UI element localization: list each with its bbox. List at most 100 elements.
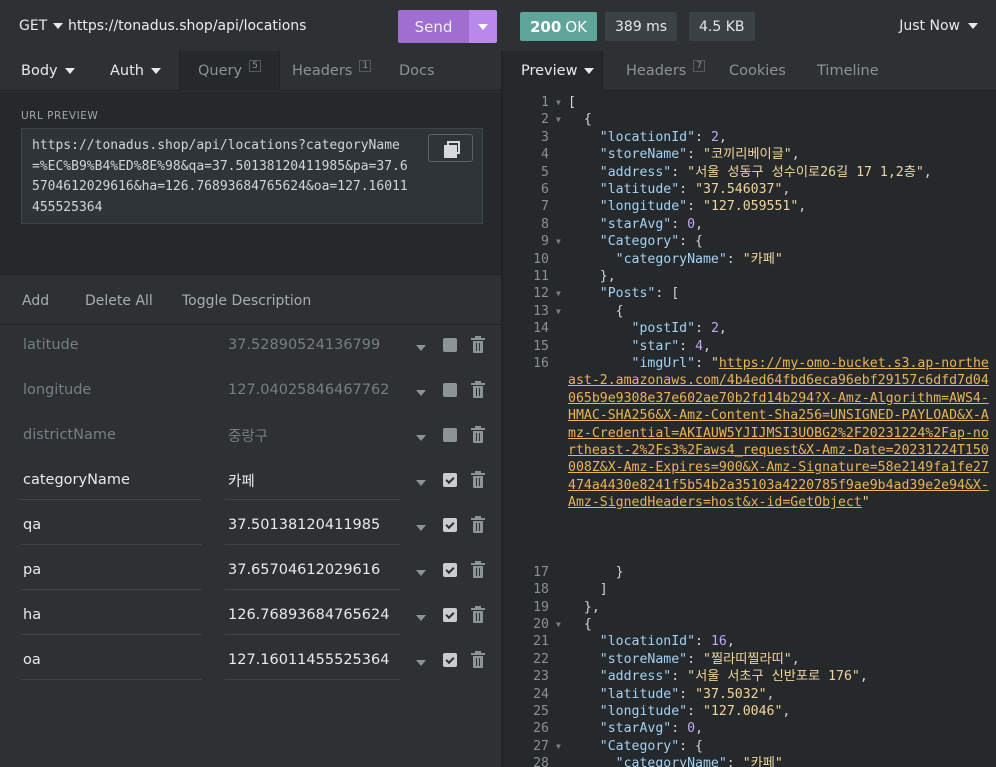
param-options-dropdown[interactable]	[416, 654, 426, 670]
param-options-dropdown[interactable]	[416, 339, 426, 355]
fold-arrow-icon[interactable]: ▼	[556, 111, 564, 128]
trash-icon[interactable]	[471, 561, 485, 578]
param-options-dropdown[interactable]	[416, 519, 426, 535]
param-name-input[interactable]: oa	[21, 641, 202, 680]
json-line: "address": "서울 서초구 신반포로 176",	[599, 669, 868, 685]
trash-icon[interactable]	[471, 471, 485, 488]
trash-icon[interactable]	[471, 336, 485, 353]
tab-cookies-label: Cookies	[729, 63, 786, 79]
line-number: 23	[533, 669, 549, 685]
trash-icon[interactable]	[471, 381, 485, 398]
param-name-input[interactable]: pa	[21, 551, 202, 590]
param-value-input[interactable]: 126.76893684765624	[225, 596, 400, 635]
tab-response-headers[interactable]: Headers 7	[626, 51, 706, 91]
param-options-dropdown[interactable]	[416, 429, 426, 445]
img-url-link[interactable]: https://my-omo-bucket.s3.ap-northeast-2.…	[568, 356, 989, 510]
fold-arrow-icon[interactable]: ▼	[556, 738, 564, 755]
json-string: "서울 서초구 신반포로 176"	[687, 669, 860, 685]
tab-timeline[interactable]: Timeline	[817, 51, 879, 91]
param-enable-checkbox[interactable]	[443, 608, 457, 622]
line-number: 6	[541, 182, 549, 197]
history-dropdown[interactable]: Just Now	[899, 18, 978, 34]
tab-query[interactable]: Query 5	[179, 51, 280, 91]
tab-body[interactable]: Body	[21, 51, 75, 91]
param-name-input[interactable]: ha	[21, 596, 202, 635]
json-line: "latitude": "37.5032",	[599, 686, 775, 702]
param-value-input[interactable]: 중랑구	[225, 416, 400, 455]
param-value-input[interactable]: 127.16011455525364	[225, 641, 400, 680]
send-button[interactable]: Send	[398, 10, 469, 43]
trash-icon[interactable]	[471, 606, 485, 623]
caret-down-icon	[416, 345, 426, 351]
line-number: 27	[533, 738, 549, 754]
send-options-button[interactable]	[469, 10, 497, 43]
fold-arrow-icon[interactable]: ▼	[556, 285, 564, 302]
checkmark-icon	[445, 609, 455, 619]
line-number: 17	[533, 564, 549, 580]
caret-down-icon	[968, 23, 978, 29]
param-options-dropdown[interactable]	[416, 474, 426, 490]
tab-body-label: Body	[21, 63, 58, 79]
trash-icon[interactable]	[471, 426, 485, 443]
param-enable-checkbox[interactable]	[443, 473, 457, 487]
line-number: 21	[533, 634, 549, 650]
param-name-input[interactable]: longitude	[21, 371, 202, 410]
caret-down-icon	[64, 68, 75, 74]
tab-headers[interactable]: Headers 1	[292, 51, 372, 91]
param-enable-checkbox[interactable]	[443, 428, 457, 442]
json-line: "star": 4,	[631, 338, 711, 354]
json-string: "찔라띠찔라띠"	[703, 651, 792, 667]
param-name-input[interactable]: qa	[21, 506, 202, 545]
param-row: qa 37.50138120411985	[0, 506, 502, 551]
fold-arrow-icon[interactable]: ▼	[556, 94, 564, 111]
trash-icon[interactable]	[471, 516, 485, 533]
copy-url-button[interactable]	[428, 134, 473, 162]
fold-arrow-icon[interactable]: ▼	[556, 616, 564, 633]
json-string: "127.059551"	[703, 199, 799, 215]
param-enable-checkbox[interactable]	[443, 518, 457, 532]
fold-arrow-icon[interactable]: ▼	[556, 233, 564, 250]
param-value-input[interactable]: 37.52890524136799	[225, 326, 400, 365]
param-value-input[interactable]: 37.65704612029616	[225, 551, 400, 590]
json-line: {	[568, 112, 592, 128]
query-count-badge: 5	[249, 60, 261, 72]
request-bar: GET https://tonadus.shop/api/locations S…	[0, 0, 502, 51]
param-value-input[interactable]: 37.50138120411985	[225, 506, 400, 545]
method-select[interactable]: GET	[19, 18, 64, 34]
toggle-description-button[interactable]: Toggle Description	[182, 293, 311, 309]
checkmark-icon	[445, 564, 455, 574]
trash-icon[interactable]	[471, 651, 485, 668]
param-row: ha 126.76893684765624	[0, 596, 502, 641]
json-string: "서울 성동구 성수이로26길 17 1,2층"	[687, 164, 924, 180]
tab-auth[interactable]: Auth	[110, 51, 161, 91]
param-value-input[interactable]: 127.04025846467762	[225, 371, 400, 410]
line-number: 16	[533, 356, 549, 371]
caret-down-icon	[416, 570, 426, 576]
param-row: latitude 37.52890524136799	[0, 326, 502, 371]
param-name-input[interactable]: districtName	[21, 416, 202, 455]
param-options-dropdown[interactable]	[416, 609, 426, 625]
tab-cookies[interactable]: Cookies	[729, 51, 786, 91]
json-line: "starAvg": 0,	[599, 216, 704, 232]
param-value-input[interactable]: 카페	[225, 461, 400, 500]
param-name-input[interactable]: latitude	[21, 326, 202, 365]
param-enable-checkbox[interactable]	[443, 563, 457, 577]
tab-preview[interactable]: Preview	[503, 51, 603, 91]
fold-arrow-icon[interactable]: ▼	[556, 303, 564, 320]
checkmark-icon	[445, 519, 455, 529]
caret-down-icon	[416, 615, 426, 621]
tab-docs[interactable]: Docs	[399, 51, 435, 91]
url-input[interactable]: https://tonadus.shop/api/locations	[68, 18, 306, 34]
param-enable-checkbox[interactable]	[443, 383, 457, 397]
json-number: 0	[687, 216, 696, 232]
param-name-input[interactable]: categoryName	[21, 461, 202, 500]
line-number: 12	[533, 286, 549, 302]
param-enable-checkbox[interactable]	[443, 653, 457, 667]
delete-all-button[interactable]: Delete All	[85, 293, 153, 309]
param-options-dropdown[interactable]	[416, 384, 426, 400]
param-options-dropdown[interactable]	[416, 564, 426, 580]
add-param-button[interactable]: Add	[22, 293, 49, 309]
line-number: 19	[533, 599, 549, 615]
param-enable-checkbox[interactable]	[443, 338, 457, 352]
caret-down-icon	[478, 23, 488, 30]
